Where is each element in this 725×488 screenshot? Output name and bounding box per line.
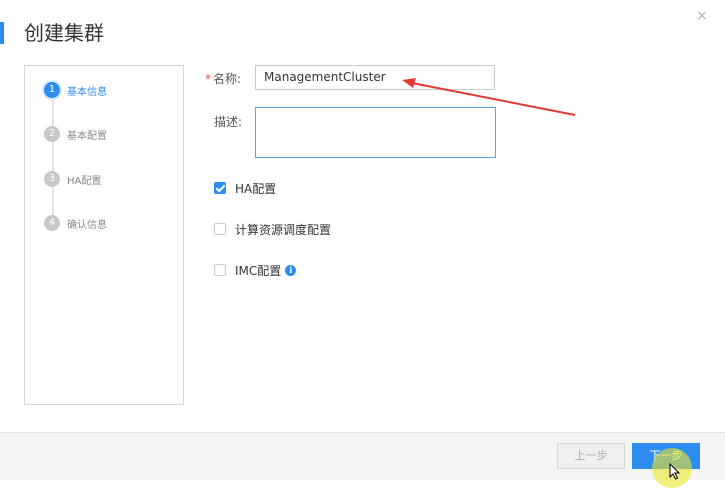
step-number: 1 bbox=[44, 82, 60, 98]
description-label: 描述: bbox=[214, 115, 243, 129]
imc-config-checkbox[interactable] bbox=[214, 264, 226, 276]
description-textarea[interactable] bbox=[255, 107, 496, 158]
imc-config-option[interactable]: IMC配置 i bbox=[214, 262, 297, 278]
required-mark: * bbox=[205, 72, 211, 86]
step-ha-config[interactable]: 3 HA配置 bbox=[44, 170, 101, 188]
dialog-title: 创建集群 bbox=[24, 21, 104, 45]
ha-config-option[interactable]: HA配置 bbox=[214, 180, 276, 196]
create-cluster-dialog: 创建集群 × 1 基本信息 2 基本配置 3 HA配置 4 确认信息 * 名称: … bbox=[0, 0, 725, 488]
compute-scheduling-label: 计算资源调度配置 bbox=[235, 222, 332, 237]
step-number: 3 bbox=[44, 171, 60, 187]
imc-config-label: IMC配置 bbox=[235, 263, 282, 278]
step-basic-config[interactable]: 2 基本配置 bbox=[44, 125, 107, 143]
compute-scheduling-checkbox[interactable] bbox=[214, 223, 226, 235]
steps-connector-line bbox=[52, 98, 54, 228]
wizard-steps-panel: 1 基本信息 2 基本配置 3 HA配置 4 确认信息 bbox=[24, 65, 184, 405]
step-label: 基本配置 bbox=[67, 130, 107, 142]
step-confirm-info[interactable]: 4 确认信息 bbox=[44, 214, 107, 232]
ha-config-label: HA配置 bbox=[235, 181, 277, 196]
name-label-text: 名称: bbox=[213, 72, 242, 86]
step-number: 4 bbox=[44, 215, 60, 231]
compute-scheduling-option[interactable]: 计算资源调度配置 bbox=[214, 221, 331, 237]
previous-step-button[interactable]: 上一步 bbox=[557, 443, 625, 469]
name-input[interactable]: ManagementCluster bbox=[255, 65, 495, 90]
step-label: 基本信息 bbox=[67, 86, 107, 98]
ha-config-checkbox[interactable] bbox=[214, 182, 226, 194]
name-label: * 名称: bbox=[205, 70, 241, 87]
title-accent-bar bbox=[0, 22, 4, 44]
step-number: 2 bbox=[44, 126, 60, 142]
step-label: HA配置 bbox=[67, 175, 102, 187]
next-step-button[interactable]: 下一步 bbox=[632, 443, 700, 469]
close-icon[interactable]: × bbox=[694, 8, 710, 24]
info-icon[interactable]: i bbox=[285, 264, 297, 276]
step-label: 确认信息 bbox=[67, 219, 107, 231]
step-basic-info[interactable]: 1 基本信息 bbox=[44, 81, 107, 99]
